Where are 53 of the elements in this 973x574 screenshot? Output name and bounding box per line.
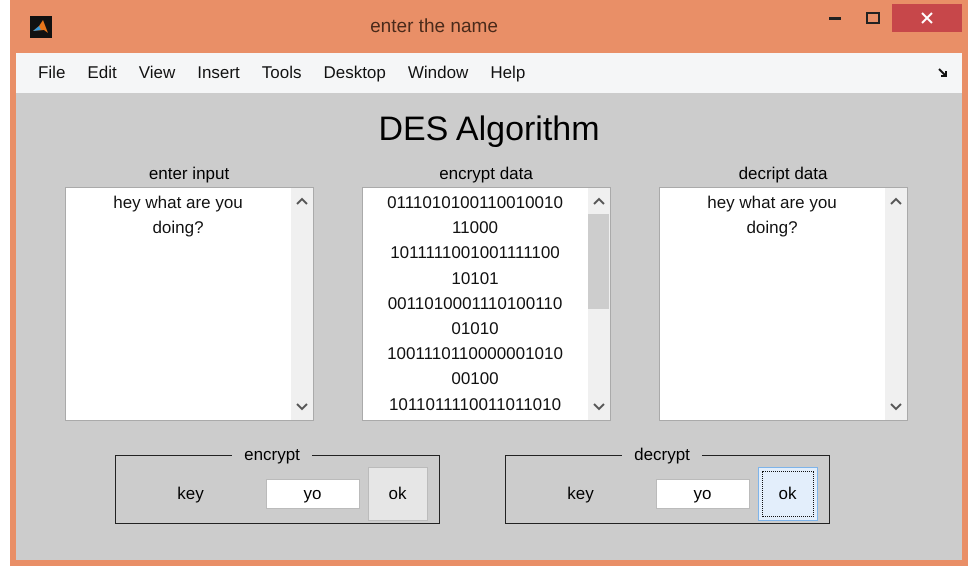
- maximize-icon: [866, 12, 880, 24]
- key-field[interactable]: yo: [266, 479, 360, 509]
- dock-arrow-icon[interactable]: [938, 68, 948, 78]
- group-title: encrypt: [243, 445, 301, 465]
- scroll-down-icon[interactable]: [890, 403, 902, 411]
- menu-item[interactable]: Insert: [189, 63, 254, 83]
- text-line: 1011111001001111100: [390, 242, 560, 264]
- scrollbar[interactable]: [588, 188, 610, 420]
- app-logo-icon: [30, 16, 52, 38]
- menu-item[interactable]: Edit: [79, 63, 131, 83]
- scroll-thumb[interactable]: [588, 214, 609, 309]
- ok-button[interactable]: ok: [758, 467, 818, 521]
- menu-item[interactable]: Window: [400, 63, 482, 83]
- text-line: doing?: [152, 217, 204, 240]
- minimize-icon: [829, 16, 841, 20]
- key-field[interactable]: yo: [656, 479, 750, 509]
- text-line: 1001110110000001010: [387, 343, 563, 366]
- pane-label: decript data: [738, 163, 828, 185]
- text-area[interactable]: hey what are you doing?: [64, 187, 314, 421]
- menu-item[interactable]: Help: [482, 63, 540, 83]
- menu-item[interactable]: Tools: [254, 63, 316, 83]
- menu-item[interactable]: Desktop: [315, 63, 400, 83]
- menu-item[interactable]: View: [130, 63, 190, 83]
- scroll-up-icon[interactable]: [592, 197, 604, 205]
- scroll-down-icon[interactable]: [592, 403, 604, 411]
- text-line: 0011010001110100110: [388, 292, 562, 315]
- text-line: 01010: [451, 318, 499, 340]
- window-title: enter the name: [369, 16, 499, 38]
- text-line: 11000: [452, 217, 498, 240]
- text-area[interactable]: hey what are you doing?: [658, 187, 908, 421]
- key-label: key: [566, 484, 595, 504]
- ok-button[interactable]: ok: [368, 467, 428, 521]
- text-line: doing?: [746, 217, 798, 240]
- close-icon: [921, 12, 933, 24]
- scrollbar[interactable]: [884, 188, 906, 420]
- text-line: 10101: [451, 268, 499, 290]
- text-line: hey what are you: [113, 192, 243, 214]
- heading: DES Algorithm: [378, 110, 600, 150]
- text-line: hey what are you: [707, 192, 837, 214]
- scroll-up-icon[interactable]: [890, 197, 902, 205]
- group-title: decrypt: [633, 445, 691, 465]
- text-area[interactable]: 0111010100110010010 11000 1011111001001111100 10101 0011010001110100110 01010 1001110110000001010 00100 1011011110011011010: [362, 187, 610, 421]
- pane-label: encrypt data: [439, 163, 533, 185]
- text-line: 00100: [451, 368, 499, 390]
- scroll-up-icon[interactable]: [296, 197, 308, 205]
- scroll-down-icon[interactable]: [296, 403, 308, 411]
- close-button[interactable]: [892, 4, 962, 32]
- scrollbar[interactable]: [290, 188, 312, 420]
- text-line: 0111010100110010010: [387, 192, 563, 214]
- text-line: 1011011110011011010: [388, 394, 562, 416]
- menu-item[interactable]: File: [30, 63, 80, 83]
- pane-label: enter input: [148, 163, 230, 185]
- key-label: key: [176, 484, 205, 504]
